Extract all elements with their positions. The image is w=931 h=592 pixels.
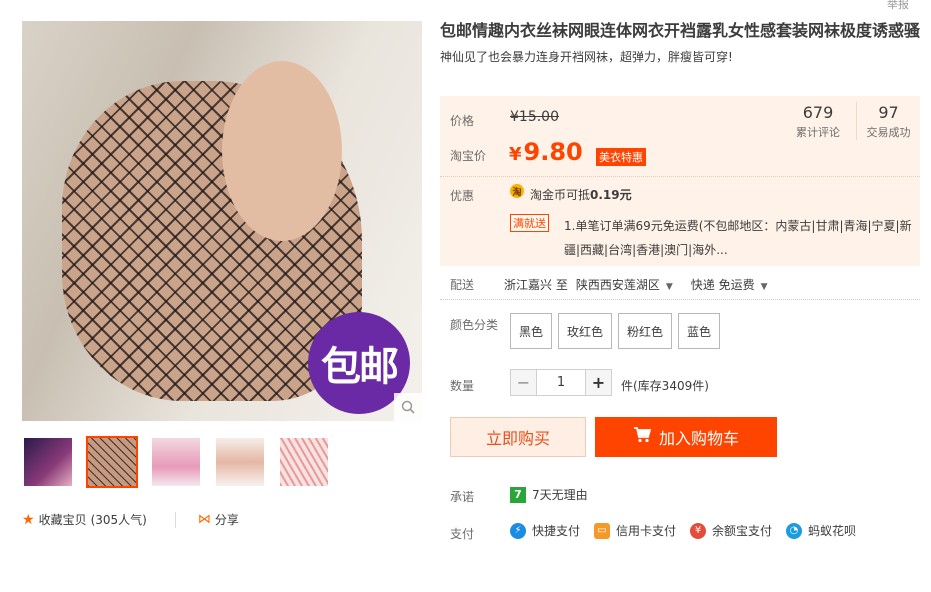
pay-credit[interactable]: ▭ 信用卡支付	[594, 522, 676, 539]
promo-tag: 美衣特惠	[596, 148, 646, 166]
zoom-icon[interactable]	[394, 393, 422, 421]
coin-amount: 0.19元	[590, 188, 632, 202]
stock-info: 件(库存3409件)	[621, 379, 709, 393]
shipping-method[interactable]: 快递 免运费 ▼	[691, 276, 768, 293]
product-photo-detail	[222, 61, 342, 241]
caret-down-icon: ▼	[760, 282, 768, 292]
shipping-label: 配送	[450, 278, 475, 292]
seven-day-icon: 7	[510, 486, 526, 503]
destination-text: 陕西西安莲湖区	[575, 278, 660, 292]
add-to-cart-label: 加入购物车	[658, 429, 739, 448]
taobao-price-value: 9.80	[523, 138, 583, 166]
thumbnail-5[interactable]	[278, 436, 330, 488]
favorite-label[interactable]: 收藏宝贝	[39, 511, 87, 528]
credit-card-icon: ▭	[594, 522, 611, 539]
share-label[interactable]: 分享	[215, 511, 239, 528]
quantity-label: 数量	[450, 379, 475, 393]
shipping-divider	[440, 299, 920, 300]
color-options: 黑色 玫红色 粉红色 蓝色	[510, 313, 721, 349]
stat-transactions[interactable]: 97 交易成功	[856, 102, 920, 140]
stat-reviews[interactable]: 679 累计评论	[780, 102, 856, 140]
increase-button[interactable]: +	[585, 369, 612, 396]
shipping-row: 配送 浙江嘉兴 至 陕西西安莲湖区 ▼ 快递 免运费 ▼	[450, 276, 920, 293]
favorite-share-row: ★ 收藏宝贝 (305人气) ⋈ 分享	[22, 511, 239, 528]
quantity-input[interactable]: 1	[537, 369, 585, 396]
thumbnail-3[interactable]	[150, 436, 202, 488]
product-info: 包邮情趣内衣丝袜网眼连体网衣开裆露乳女性感套装网袜极度诱惑骚 神仙见了也会暴力连…	[440, 20, 920, 65]
shipping-from: 浙江嘉兴 至	[504, 278, 568, 292]
add-to-cart-button[interactable]: 加入购物车	[595, 417, 777, 457]
currency-symbol: ¥	[509, 144, 522, 165]
reviews-count: 679	[802, 103, 834, 122]
report-link[interactable]: 举报	[887, 0, 909, 12]
taobao-price: ¥9.80	[509, 138, 583, 166]
color-option-black[interactable]: 黑色	[510, 313, 553, 349]
product-title: 包邮情趣内衣丝袜网眼连体网衣开裆露乳女性感套装网袜极度诱惑骚	[440, 21, 921, 40]
divider	[174, 511, 176, 528]
share-icon[interactable]: ⋈	[198, 512, 211, 527]
transactions-label: 交易成功	[866, 126, 911, 139]
payment-methods: ⚡ 快捷支付 ▭ 信用卡支付 ¥ 余额宝支付 ◔ 蚂蚁花呗	[510, 522, 870, 539]
promise-text: 7天无理由	[532, 488, 588, 502]
coin-discount: 淘金币可抵0.19元	[530, 186, 632, 203]
buy-now-button[interactable]: 立即购买	[450, 417, 586, 457]
pay-quick-label: 快捷支付	[532, 524, 581, 538]
product-subtitle: 神仙见了也会暴力连身开裆网袜，超弹力，胖瘦皆可穿!	[440, 50, 733, 64]
promise-item[interactable]: 7 7天无理由	[510, 486, 588, 503]
pay-credit-label: 信用卡支付	[616, 524, 677, 538]
manjiu-text: 1.单笔订单满69元免运费(不包邮地区：内蒙古|甘肃|青海|宁夏|新疆|西藏|台…	[564, 219, 912, 257]
star-icon[interactable]: ★	[22, 512, 35, 528]
favorite-count: (305人气)	[90, 513, 147, 527]
pay-huabei-label: 蚂蚁花呗	[808, 524, 857, 538]
pay-quick[interactable]: ⚡ 快捷支付	[510, 522, 580, 539]
pay-yuebao[interactable]: ¥ 余额宝支付	[690, 522, 772, 539]
thumbnail-strip	[22, 436, 330, 488]
thumbnail-4[interactable]	[214, 436, 266, 488]
huabei-icon: ◔	[786, 522, 803, 539]
shipping-method-text: 快递 免运费	[690, 278, 755, 292]
yuebao-icon: ¥	[690, 522, 707, 539]
price-divider	[440, 176, 920, 177]
decrease-button[interactable]: −	[510, 369, 537, 396]
shipping-destination[interactable]: 陕西西安莲湖区 ▼	[576, 276, 673, 293]
coin-text: 淘金币可抵	[530, 188, 591, 202]
main-product-image[interactable]: 包邮	[22, 21, 422, 421]
color-option-rose[interactable]: 玫红色	[558, 313, 613, 349]
color-option-pink[interactable]: 粉红色	[618, 313, 673, 349]
transactions-count: 97	[878, 103, 899, 122]
quantity-stepper: − 1 +	[510, 369, 612, 396]
pay-yuebao-label: 余额宝支付	[712, 524, 773, 538]
original-price-label: 价格	[450, 114, 475, 128]
cart-icon	[633, 427, 652, 447]
color-label: 颜色分类	[450, 318, 499, 332]
caret-down-icon: ▼	[665, 282, 673, 292]
reviews-label: 累计评论	[796, 126, 840, 139]
pay-huabei[interactable]: ◔ 蚂蚁花呗	[786, 522, 856, 539]
price-panel: 价格 ¥15.00 淘宝价 ¥9.80 美衣特惠 679 累计评论 97 交易成…	[440, 96, 920, 266]
quick-pay-icon: ⚡	[510, 522, 526, 539]
manjiu-tag: 满就送	[510, 214, 549, 232]
original-price: ¥15.00	[510, 109, 559, 125]
payment-label: 支付	[450, 527, 475, 541]
sales-stats: 679 累计评论 97 交易成功	[780, 102, 920, 140]
coin-icon: 淘	[510, 184, 524, 198]
color-option-blue[interactable]: 蓝色	[678, 313, 721, 349]
taobao-price-label: 淘宝价	[450, 149, 487, 163]
discount-label: 优惠	[450, 189, 475, 203]
thumbnail-2[interactable]	[86, 436, 138, 488]
promise-label: 承诺	[450, 490, 475, 504]
thumbnail-1[interactable]	[22, 436, 74, 488]
